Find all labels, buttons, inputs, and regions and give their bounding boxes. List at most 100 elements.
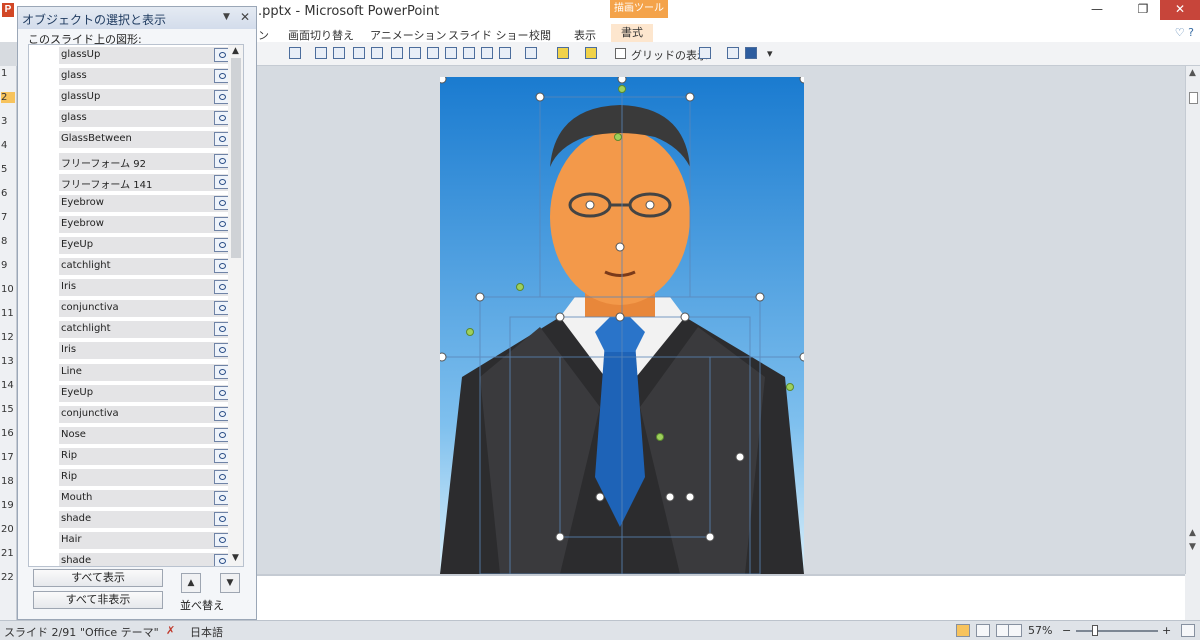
shape-name-label[interactable]: glassUp bbox=[61, 91, 100, 102]
powerpoint-logo-icon[interactable]: P bbox=[2, 3, 14, 17]
shape-name-label[interactable]: catchlight bbox=[61, 260, 111, 271]
shape-name-label[interactable]: EyeUp bbox=[61, 387, 93, 398]
restore-button[interactable]: ❐ bbox=[1126, 0, 1160, 20]
slide-number[interactable]: 3 bbox=[1, 116, 7, 127]
shape-list-item[interactable]: EyeUp bbox=[59, 384, 230, 402]
slide-number[interactable]: 15 bbox=[1, 404, 14, 415]
slide-number-active[interactable]: 2 bbox=[1, 92, 15, 103]
close-button[interactable]: ✕ bbox=[1160, 0, 1200, 20]
help-icon[interactable]: ♡ ? bbox=[1175, 26, 1194, 39]
tab-design-partial[interactable]: ン bbox=[258, 27, 269, 43]
language-status[interactable]: 日本語 bbox=[190, 624, 223, 640]
slideshow-view-icon[interactable] bbox=[1008, 624, 1022, 637]
align-left-icon[interactable] bbox=[391, 47, 403, 59]
hide-all-button[interactable]: すべて非表示 bbox=[33, 591, 163, 609]
slide-number[interactable]: 20 bbox=[1, 524, 14, 535]
slide-number[interactable]: 16 bbox=[1, 428, 14, 439]
slide-number[interactable]: 18 bbox=[1, 476, 14, 487]
shape-fill-icon[interactable] bbox=[289, 47, 301, 59]
slide-number[interactable]: 21 bbox=[1, 548, 14, 559]
shape-name-label[interactable]: フリーフォーム 92 bbox=[61, 155, 146, 170]
save-icon[interactable] bbox=[745, 47, 757, 59]
shape-list-item[interactable]: Rip bbox=[59, 469, 230, 486]
group-icon[interactable] bbox=[315, 47, 327, 59]
slide-number[interactable]: 19 bbox=[1, 500, 14, 511]
shape-list-item[interactable]: GlassBetween bbox=[59, 131, 230, 149]
shape-list-item[interactable]: Hair bbox=[59, 532, 230, 550]
slide-number[interactable]: 17 bbox=[1, 452, 14, 463]
align-top-icon[interactable] bbox=[445, 47, 457, 59]
shape-name-label[interactable]: shade bbox=[61, 555, 91, 566]
shape-name-label[interactable]: glass bbox=[61, 112, 87, 123]
redo-icon[interactable] bbox=[727, 47, 739, 59]
tab-view[interactable]: 表示 bbox=[574, 27, 596, 43]
scroll-up-arrow-icon[interactable]: ▲ bbox=[1189, 68, 1196, 78]
next-slide-icon[interactable]: ▼ bbox=[1189, 542, 1196, 552]
shape-name-label[interactable]: shade bbox=[61, 513, 91, 524]
shape-list-item[interactable]: Rip bbox=[59, 447, 230, 465]
distribute-icon[interactable] bbox=[499, 47, 511, 59]
shape-name-label[interactable]: Rip bbox=[61, 471, 77, 482]
send-backward-icon[interactable] bbox=[371, 47, 383, 59]
shape-list-item[interactable]: フリーフォーム 141 bbox=[59, 173, 230, 191]
slide-sorter-view-icon[interactable] bbox=[976, 624, 990, 637]
slide-number[interactable]: 8 bbox=[1, 236, 7, 247]
undo-icon[interactable] bbox=[699, 47, 711, 59]
shape-name-label[interactable]: conjunctiva bbox=[61, 302, 119, 313]
shape-name-label[interactable]: フリーフォーム 141 bbox=[61, 176, 152, 191]
slide-number[interactable]: 7 bbox=[1, 212, 7, 223]
shape-list-item[interactable]: Iris bbox=[59, 342, 230, 360]
tab-transitions[interactable]: 画面切り替え bbox=[288, 27, 354, 43]
align-bottom-icon[interactable] bbox=[481, 47, 493, 59]
list-scroll-thumb[interactable] bbox=[231, 58, 241, 258]
customize-toolbar-icon[interactable]: ▾ bbox=[767, 47, 773, 60]
shape-list-item[interactable]: glassUp bbox=[59, 89, 230, 107]
slide-canvas[interactable] bbox=[440, 77, 804, 574]
shape-name-label[interactable]: Eyebrow bbox=[61, 218, 104, 229]
show-all-button[interactable]: すべて表示 bbox=[33, 569, 163, 587]
align-right-icon[interactable] bbox=[427, 47, 439, 59]
shape-list-scrollbar[interactable]: ▲ ▼ bbox=[228, 45, 243, 566]
shape-name-label[interactable]: Nose bbox=[61, 429, 86, 440]
align-center-icon[interactable] bbox=[409, 47, 421, 59]
ungroup-icon[interactable] bbox=[333, 47, 345, 59]
pane-options-dropdown-icon[interactable]: ▼ bbox=[223, 12, 230, 22]
slide-number[interactable]: 4 bbox=[1, 140, 7, 151]
slide-number[interactable]: 11 bbox=[1, 308, 14, 319]
shape-name-label[interactable]: conjunctiva bbox=[61, 408, 119, 419]
shape-name-label[interactable]: Hair bbox=[61, 534, 82, 545]
slide-number[interactable]: 5 bbox=[1, 164, 7, 175]
shape-list-item[interactable]: Eyebrow bbox=[59, 215, 230, 233]
shape-list-item[interactable]: Iris bbox=[59, 279, 230, 297]
zoom-level[interactable]: 57% bbox=[1028, 624, 1052, 637]
face-shape[interactable] bbox=[550, 129, 690, 305]
move-up-button[interactable]: ▲ bbox=[181, 573, 201, 593]
slide-number[interactable]: 10 bbox=[1, 284, 14, 295]
slide-thumbnail-strip[interactable]: 1 2 3 4 5 6 7 8 9 10 11 12 13 14 15 16 1… bbox=[0, 66, 17, 620]
shape-name-label[interactable]: GlassBetween bbox=[61, 133, 132, 144]
shape-list-item[interactable]: shade bbox=[59, 553, 230, 566]
spellcheck-icon[interactable]: ✗ bbox=[166, 624, 175, 637]
shape-list-item[interactable]: EyeUp bbox=[59, 236, 230, 254]
list-scroll-up-icon[interactable]: ▲ bbox=[232, 46, 239, 56]
shape-list-item[interactable]: conjunctiva bbox=[59, 405, 230, 423]
bring-forward-icon[interactable] bbox=[353, 47, 365, 59]
shape-list-item[interactable]: conjunctiva bbox=[59, 300, 230, 318]
shape-name-label[interactable]: EyeUp bbox=[61, 239, 93, 250]
gridlines-checkbox[interactable] bbox=[615, 48, 626, 59]
theme-status[interactable]: "Office テーマ" bbox=[80, 624, 159, 640]
shape-list-item[interactable]: フリーフォーム 92 bbox=[59, 152, 230, 170]
tab-format[interactable]: 書式 bbox=[611, 24, 653, 42]
list-scroll-down-icon[interactable]: ▼ bbox=[232, 553, 239, 563]
slide-editing-area[interactable] bbox=[257, 66, 1185, 574]
shape-name-label[interactable]: glassUp bbox=[61, 49, 100, 60]
shape-list-item[interactable]: glassUp bbox=[59, 47, 230, 64]
slide-number[interactable]: 22 bbox=[1, 572, 14, 583]
shape-name-label[interactable]: Rip bbox=[61, 450, 77, 461]
shape-name-label[interactable]: Mouth bbox=[61, 492, 92, 503]
zoom-in-icon[interactable]: + bbox=[1162, 624, 1171, 637]
prev-slide-icon[interactable]: ▲ bbox=[1189, 528, 1196, 538]
tab-review[interactable]: 校閲 bbox=[529, 27, 551, 43]
normal-view-icon[interactable] bbox=[956, 624, 970, 637]
shape-name-label[interactable]: catchlight bbox=[61, 323, 111, 334]
